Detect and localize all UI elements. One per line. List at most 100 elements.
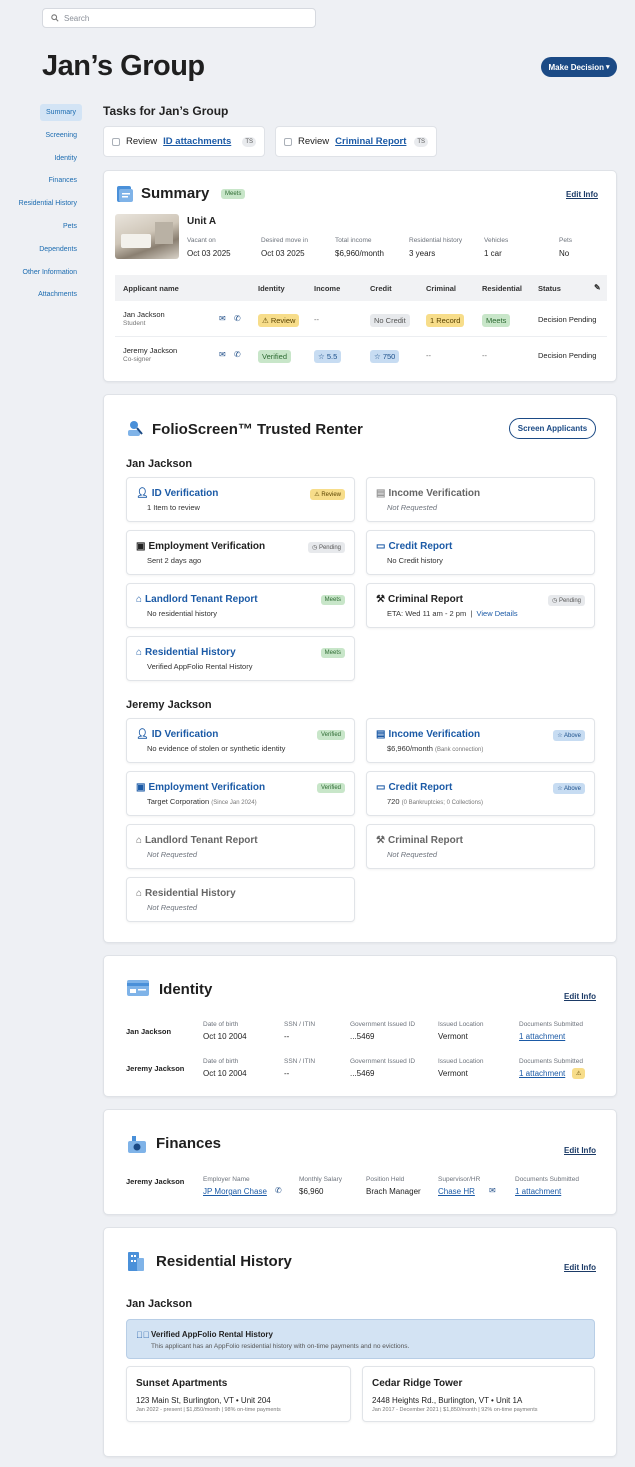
- briefcase-icon: ▣: [136, 541, 146, 552]
- edit-info-link[interactable]: Edit Info: [566, 190, 598, 199]
- warning-icon: ⚠: [572, 1068, 586, 1079]
- gov-id-value: ...5469: [350, 1032, 375, 1041]
- screening-item-credit-report[interactable]: ▭ Credit Report No Credit history: [366, 530, 595, 575]
- email-icon[interactable]: ✉: [219, 350, 226, 359]
- screening-item-residential-history[interactable]: ⌂ Residential History Not Requested: [126, 877, 355, 922]
- item-title: Residential History: [145, 647, 236, 658]
- finances-icon: [126, 1133, 148, 1160]
- attachment-link[interactable]: 1 attachment: [519, 1069, 565, 1078]
- finances-card: Finances Edit Info Jeremy Jackson Employ…: [103, 1109, 617, 1215]
- screening-item-criminal-report[interactable]: ⚒ Criminal Report Not Requested: [366, 824, 595, 869]
- item-subtitle: Target Corporation (Since Jan 2024): [147, 797, 257, 806]
- screening-item-income-verification[interactable]: ▤ Income Verification Not Requested: [366, 477, 595, 522]
- status-badge: ☆ Above: [553, 730, 585, 741]
- item-heading: ▭ Credit Report: [376, 541, 452, 552]
- summary-status-badge: Meets: [221, 189, 246, 199]
- nav-item-pets[interactable]: Pets: [10, 218, 82, 235]
- applicant-name: Jeremy Jackson: [126, 1064, 185, 1073]
- email-icon[interactable]: ✉: [219, 314, 226, 323]
- screening-item-income-verification[interactable]: ▤ Income Verification $6,960/month (Bank …: [366, 718, 595, 763]
- residence-name: Cedar Ridge Tower: [372, 1378, 463, 1389]
- item-subtitle: $6,960/month (Bank connection): [387, 744, 483, 753]
- item-heading: ⌂ Residential History: [136, 888, 236, 899]
- item-subtitle: 720 (0 Bankruptcies; 0 Collections): [387, 797, 483, 806]
- residence-card[interactable]: Cedar Ridge Tower 2448 Heights Rd., Burl…: [362, 1366, 595, 1422]
- item-heading: ⌂ Residential History: [136, 647, 236, 658]
- screening-item-criminal-report[interactable]: ⚒ Criminal Report ETA: Wed 11 am - 2 pm |…: [366, 583, 595, 628]
- nav-item-other-information[interactable]: Other Information: [10, 264, 82, 281]
- screening-item-id-verification[interactable]: 👤︎ ID Verification No evidence of stolen …: [126, 718, 355, 763]
- edit-info-link[interactable]: Edit Info: [564, 1263, 596, 1272]
- fact-label: Vacant on: [187, 237, 216, 244]
- task-checkbox[interactable]: [284, 137, 292, 146]
- phone-icon[interactable]: ✆: [275, 1186, 282, 1195]
- table-row[interactable]: Jeremy Jackson Co-signer ✉ ✆ Verified ☆ …: [115, 337, 607, 373]
- table-row[interactable]: Jan Jackson Student ✉ ✆ ⚠ Review -- No C…: [115, 301, 607, 337]
- item-subtitle: Not Requested: [147, 850, 198, 859]
- unit-photo: [115, 214, 179, 259]
- employer-link[interactable]: JP Morgan Chase: [203, 1187, 267, 1196]
- screening-item-id-verification[interactable]: 👤︎ ID Verification 1 Item to review ⚠ Rev…: [126, 477, 355, 522]
- screening-title: FolioScreen™ Trusted Renter: [152, 421, 363, 438]
- screening-item-landlord-tenant-report[interactable]: ⌂ Landlord Tenant Report Not Requested: [126, 824, 355, 869]
- nav-item-identity[interactable]: Identity: [10, 150, 82, 167]
- task-item[interactable]: Review ID attachments TS: [103, 126, 265, 157]
- phone-icon[interactable]: ✆: [234, 314, 241, 323]
- fact-label: Residential history: [409, 237, 463, 244]
- nav-item-summary[interactable]: Summary: [40, 104, 82, 121]
- attachment-link[interactable]: 1 attachment: [519, 1032, 565, 1041]
- identity-row: Jeremy Jackson Date of birth Oct 10 2004…: [126, 1056, 606, 1088]
- tasks-title: Tasks for Jan’s Group: [103, 104, 229, 118]
- screening-item-employment-verification[interactable]: ▣ Employment Verification Sent 2 days ago…: [126, 530, 355, 575]
- dob-value: Oct 10 2004: [203, 1032, 247, 1041]
- location-value: Vermont: [438, 1032, 468, 1041]
- task-link[interactable]: Criminal Report: [335, 136, 406, 147]
- applicant-name: Jan Jackson: [126, 1027, 172, 1036]
- item-heading: ▣ Employment Verification: [136, 541, 265, 552]
- residential-badge: Meets: [482, 314, 511, 327]
- income-badge: ☆ 5.5: [314, 350, 342, 363]
- screening-item-landlord-tenant-report[interactable]: ⌂ Landlord Tenant Report No residential h…: [126, 583, 355, 628]
- edit-info-link[interactable]: Edit Info: [564, 1146, 596, 1155]
- identity-badge: ⚠ Review: [258, 314, 300, 327]
- screening-item-credit-report[interactable]: ▭ Credit Report 720 (0 Bankruptcies; 0 Co…: [366, 771, 595, 816]
- nav-item-screening[interactable]: Screening: [10, 127, 82, 144]
- nav-item-finances[interactable]: Finances: [10, 172, 82, 189]
- search-input[interactable]: [64, 13, 304, 23]
- badge-text: Review: [270, 316, 296, 325]
- screen-applicants-button[interactable]: Screen Applicants: [509, 418, 596, 439]
- residence-card[interactable]: Sunset Apartments 123 Main St, Burlingto…: [126, 1366, 351, 1422]
- badge-text: Pending: [558, 598, 581, 604]
- field-label: Issued Location: [438, 1021, 484, 1028]
- status-badge: Verified: [316, 783, 345, 793]
- make-decision-button[interactable]: Make Decision ▾: [541, 57, 617, 77]
- house-icon: ⌂: [136, 888, 143, 899]
- field-label: SSN / ITIN: [284, 1021, 316, 1028]
- attachment-link[interactable]: 1 attachment: [515, 1187, 561, 1196]
- status-badge: Meets: [320, 648, 345, 658]
- screening-item-residential-history[interactable]: ⌂ Residential History Verified AppFolio R…: [126, 636, 355, 681]
- phone-icon[interactable]: ✆: [234, 350, 241, 359]
- salary-value: $6,960: [299, 1187, 324, 1196]
- residence-address: 2448 Heights Rd., Burlington, VT • Unit …: [372, 1396, 523, 1405]
- summary-card: Summary Meets Edit Info Unit A Vacant on…: [103, 170, 617, 382]
- nav-item-dependents[interactable]: Dependents: [10, 241, 82, 258]
- screening-item-employment-verification[interactable]: ▣ Employment Verification Target Corporat…: [126, 771, 355, 816]
- task-item[interactable]: Review Criminal Report TS: [275, 126, 437, 157]
- badge-text: Review: [321, 492, 341, 498]
- task-checkbox[interactable]: [112, 137, 120, 146]
- edit-columns-icon[interactable]: ✎: [594, 283, 601, 292]
- nav-item-attachments[interactable]: Attachments: [10, 286, 82, 303]
- email-icon[interactable]: ✉: [489, 1186, 496, 1195]
- task-link[interactable]: ID attachments: [163, 136, 231, 147]
- supervisor-link[interactable]: Chase HR: [438, 1187, 475, 1196]
- edit-info-link[interactable]: Edit Info: [564, 992, 596, 1001]
- view-details-link[interactable]: View Details: [477, 609, 518, 618]
- item-subtitle: Not Requested: [387, 850, 438, 859]
- gavel-icon: ⚒: [376, 835, 385, 846]
- nav-item-residential-history[interactable]: Residential History: [10, 195, 82, 212]
- applicant-role: Co-signer: [123, 356, 152, 363]
- ssn-value: --: [284, 1069, 290, 1078]
- item-heading: ▤ Income Verification: [376, 729, 480, 740]
- search-bar[interactable]: [42, 8, 316, 28]
